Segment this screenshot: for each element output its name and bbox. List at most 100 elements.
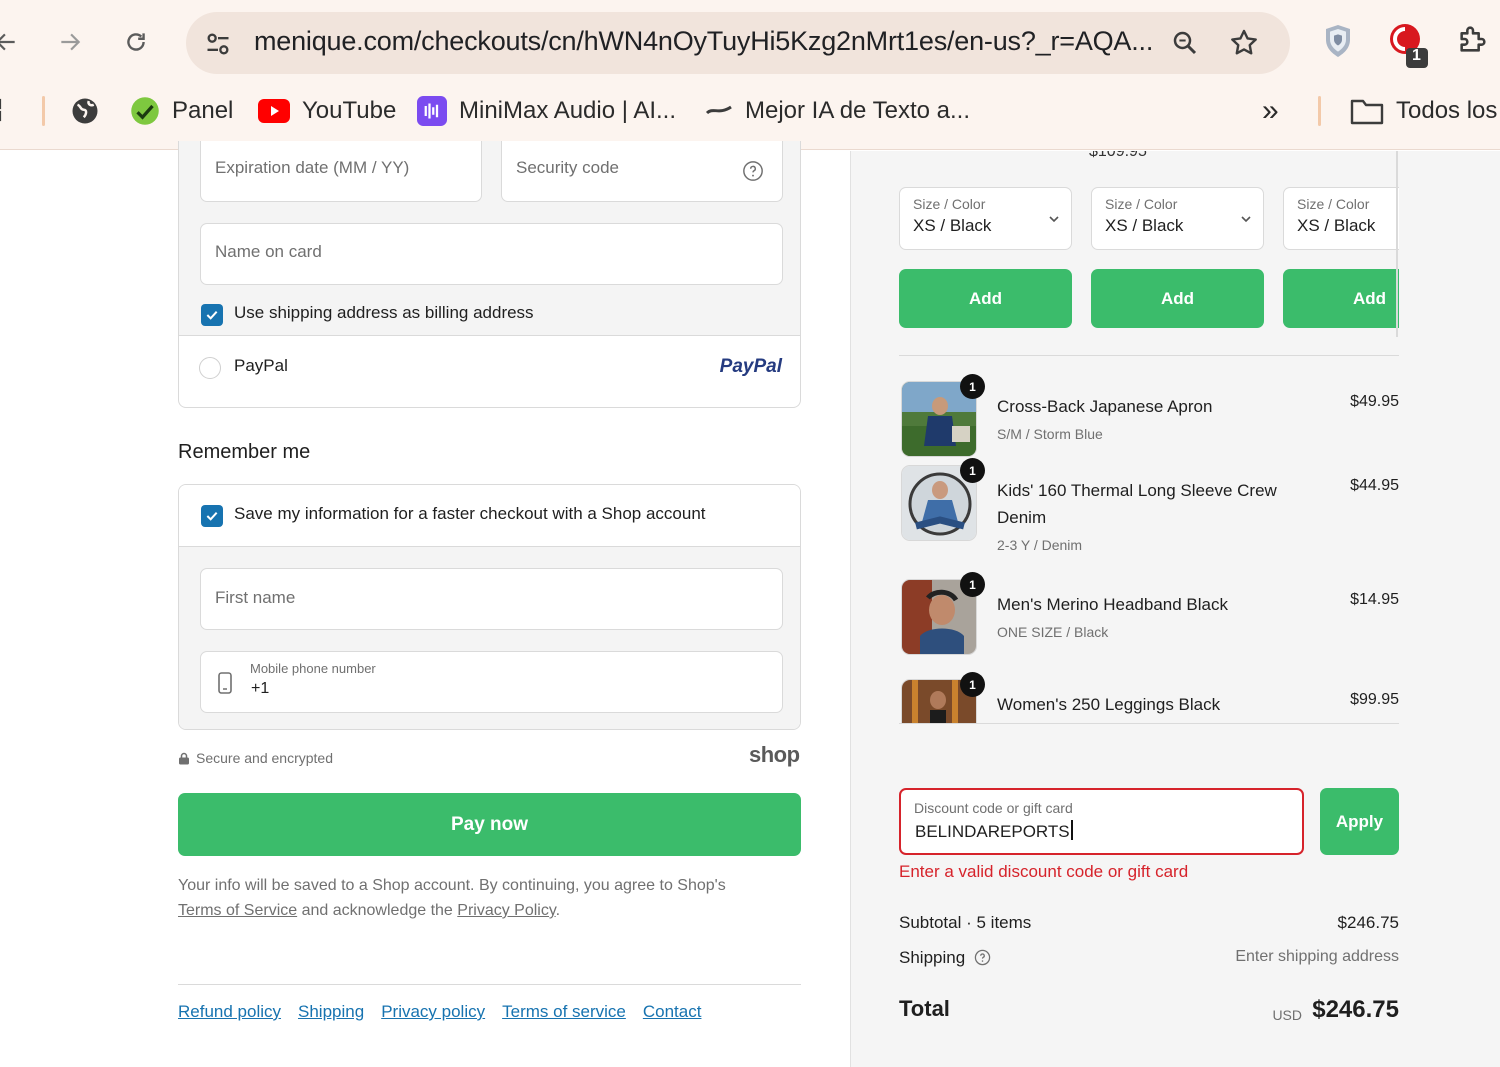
- phone-value[interactable]: +1: [251, 680, 269, 698]
- discount-code-input[interactable]: Discount code or gift card BELINDAREPORT…: [899, 788, 1304, 855]
- billing-address-label[interactable]: Use shipping address as billing address: [234, 303, 534, 323]
- help-circle-icon[interactable]: [974, 949, 991, 971]
- apply-discount-button[interactable]: Apply: [1320, 788, 1399, 855]
- text-ai-icon: [705, 101, 733, 121]
- size-color-select[interactable]: Size / Color XS / Black: [1283, 187, 1399, 250]
- text-cursor: [1070, 820, 1073, 840]
- adblock-extension-icon[interactable]: 1: [1388, 22, 1434, 75]
- item-variant: ONE SIZE / Black: [997, 624, 1109, 640]
- refund-policy-link[interactable]: Refund policy: [178, 1002, 281, 1022]
- bookmark-text-ai[interactable]: Mejor IA de Texto a...: [705, 94, 970, 128]
- save-info-checkbox[interactable]: [201, 505, 223, 527]
- first-name-field[interactable]: First name: [200, 568, 783, 630]
- browser-chrome: menique.com/checkouts/cn/hWN4nOyTuyHi5Kz…: [0, 0, 1500, 150]
- apps-grid-icon[interactable]: [0, 94, 12, 128]
- globe-bookmark[interactable]: [70, 94, 100, 128]
- security-placeholder: Security code: [516, 158, 619, 177]
- bookmarks-bar: Panel YouTube MiniMax Audio | AI... Mejo…: [0, 84, 1500, 138]
- youtube-icon: [258, 99, 290, 123]
- mobile-phone-field[interactable]: Mobile phone number +1: [200, 651, 783, 713]
- bookmark-label: MiniMax Audio | AI...: [459, 97, 676, 124]
- terms-of-service-link[interactable]: Terms of service: [502, 1002, 626, 1022]
- size-color-select[interactable]: Size / Color XS / Black: [1091, 187, 1264, 250]
- upsell-carousel: $109.95 Size / Color XS / Black Add Size…: [899, 151, 1399, 351]
- quantity-badge: 1: [960, 572, 985, 597]
- zoom-icon[interactable]: [1170, 28, 1200, 63]
- bookmark-panel[interactable]: Panel: [130, 94, 233, 128]
- shipping-row: Shipping Enter shipping address: [899, 948, 1399, 971]
- paypal-logo: PayPal: [719, 356, 782, 377]
- url-text[interactable]: menique.com/checkouts/cn/hWN4nOyTuyHi5Kz…: [254, 26, 1154, 57]
- size-color-select[interactable]: Size / Color XS / Black: [899, 187, 1072, 250]
- item-name: Cross-Back Japanese Apron: [997, 397, 1213, 416]
- item-price: $99.95: [1350, 691, 1399, 708]
- name-on-card-placeholder: Name on card: [215, 242, 322, 261]
- bookmarks-separator: [1318, 96, 1321, 126]
- discount-label: Discount code or gift card: [914, 800, 1073, 816]
- reload-button[interactable]: [116, 22, 156, 62]
- item-price: $49.95: [1350, 393, 1399, 410]
- subtotal-label: Subtotal · 5 items: [899, 913, 1032, 932]
- upsell-price: $109.95: [1089, 151, 1147, 160]
- remember-me-title: Remember me: [178, 441, 311, 463]
- bookmark-star-icon[interactable]: [1228, 27, 1260, 64]
- item-variant: 2-3 Y / Denim: [997, 537, 1083, 553]
- legal-notice: Your info will be saved to a Shop accoun…: [178, 873, 801, 923]
- quantity-badge: 1: [960, 374, 985, 399]
- add-upsell-button[interactable]: Add: [1091, 269, 1264, 328]
- bookmark-minimax[interactable]: MiniMax Audio | AI...: [417, 94, 676, 128]
- shipping-link[interactable]: Shipping: [298, 1002, 364, 1022]
- contact-link[interactable]: Contact: [643, 1002, 702, 1022]
- forward-button[interactable]: [50, 22, 90, 62]
- billing-address-checkbox[interactable]: [201, 304, 223, 326]
- carousel-edge: [1396, 151, 1398, 337]
- minimax-icon: [417, 96, 447, 126]
- select-label: Size / Color: [1297, 196, 1370, 212]
- add-upsell-button[interactable]: Add: [899, 269, 1072, 328]
- bookmarks-overflow-button[interactable]: »: [1262, 94, 1279, 128]
- save-info-label[interactable]: Save my information for a faster checkou…: [234, 504, 706, 524]
- expiration-date-field[interactable]: Expiration date (MM / YY): [200, 141, 482, 202]
- bookmark-label: Panel: [172, 97, 234, 124]
- item-price: $44.95: [1350, 477, 1399, 494]
- select-value: XS / Black: [913, 216, 992, 235]
- folder-icon: [1350, 97, 1384, 125]
- pay-now-button[interactable]: Pay now: [178, 793, 801, 856]
- extensions-puzzle-icon[interactable]: [1456, 22, 1490, 61]
- address-bar[interactable]: menique.com/checkouts/cn/hWN4nOyTuyHi5Kz…: [186, 12, 1290, 74]
- secure-notice: Secure and encrypted: [178, 750, 333, 766]
- shipping-label: Shipping: [899, 948, 966, 967]
- back-button[interactable]: [0, 22, 26, 62]
- payment-methods: Expiration date (MM / YY) Security code …: [178, 141, 801, 408]
- chevron-down-icon: [1240, 212, 1252, 230]
- shop-save-row[interactable]: Save my information for a faster checkou…: [179, 485, 800, 547]
- quantity-badge: 1: [960, 458, 985, 483]
- name-on-card-field[interactable]: Name on card: [200, 223, 783, 285]
- paypal-label: PayPal: [234, 356, 288, 375]
- bookmark-folder-todos[interactable]: Todos los: [1350, 94, 1497, 128]
- legal-text: Your info will be saved to a Shop accoun…: [178, 877, 726, 894]
- paypal-radio[interactable]: [199, 357, 221, 379]
- bookmarks-separator: [42, 96, 45, 126]
- currency-code: USD: [1272, 1007, 1302, 1023]
- chevron-down-icon: [1048, 212, 1060, 230]
- site-settings-icon[interactable]: [204, 30, 232, 63]
- subtotal-row: Subtotal · 5 items $246.75: [899, 913, 1399, 933]
- security-code-field[interactable]: Security code: [501, 141, 783, 202]
- forward-arrow-icon: [61, 33, 81, 51]
- privacy-policy-link[interactable]: Privacy policy: [381, 1002, 485, 1022]
- reload-icon: [127, 33, 145, 51]
- bookmark-youtube[interactable]: YouTube: [258, 94, 396, 128]
- shop-account-box: Save my information for a faster checkou…: [178, 484, 801, 730]
- upsell-divider: [899, 355, 1399, 356]
- add-upsell-button[interactable]: Add: [1283, 269, 1399, 328]
- total-label: Total: [899, 996, 950, 1021]
- shop-terms-link[interactable]: Terms of Service: [178, 902, 297, 919]
- shield-extension-icon[interactable]: [1322, 22, 1354, 65]
- subtotal-value: $246.75: [1337, 913, 1399, 932]
- total-value: $246.75: [1312, 996, 1399, 1023]
- phone-icon: [217, 671, 233, 700]
- help-circle-icon[interactable]: [742, 160, 764, 187]
- shop-privacy-link[interactable]: Privacy Policy: [457, 902, 555, 919]
- paypal-option[interactable]: PayPal PayPal: [179, 336, 800, 398]
